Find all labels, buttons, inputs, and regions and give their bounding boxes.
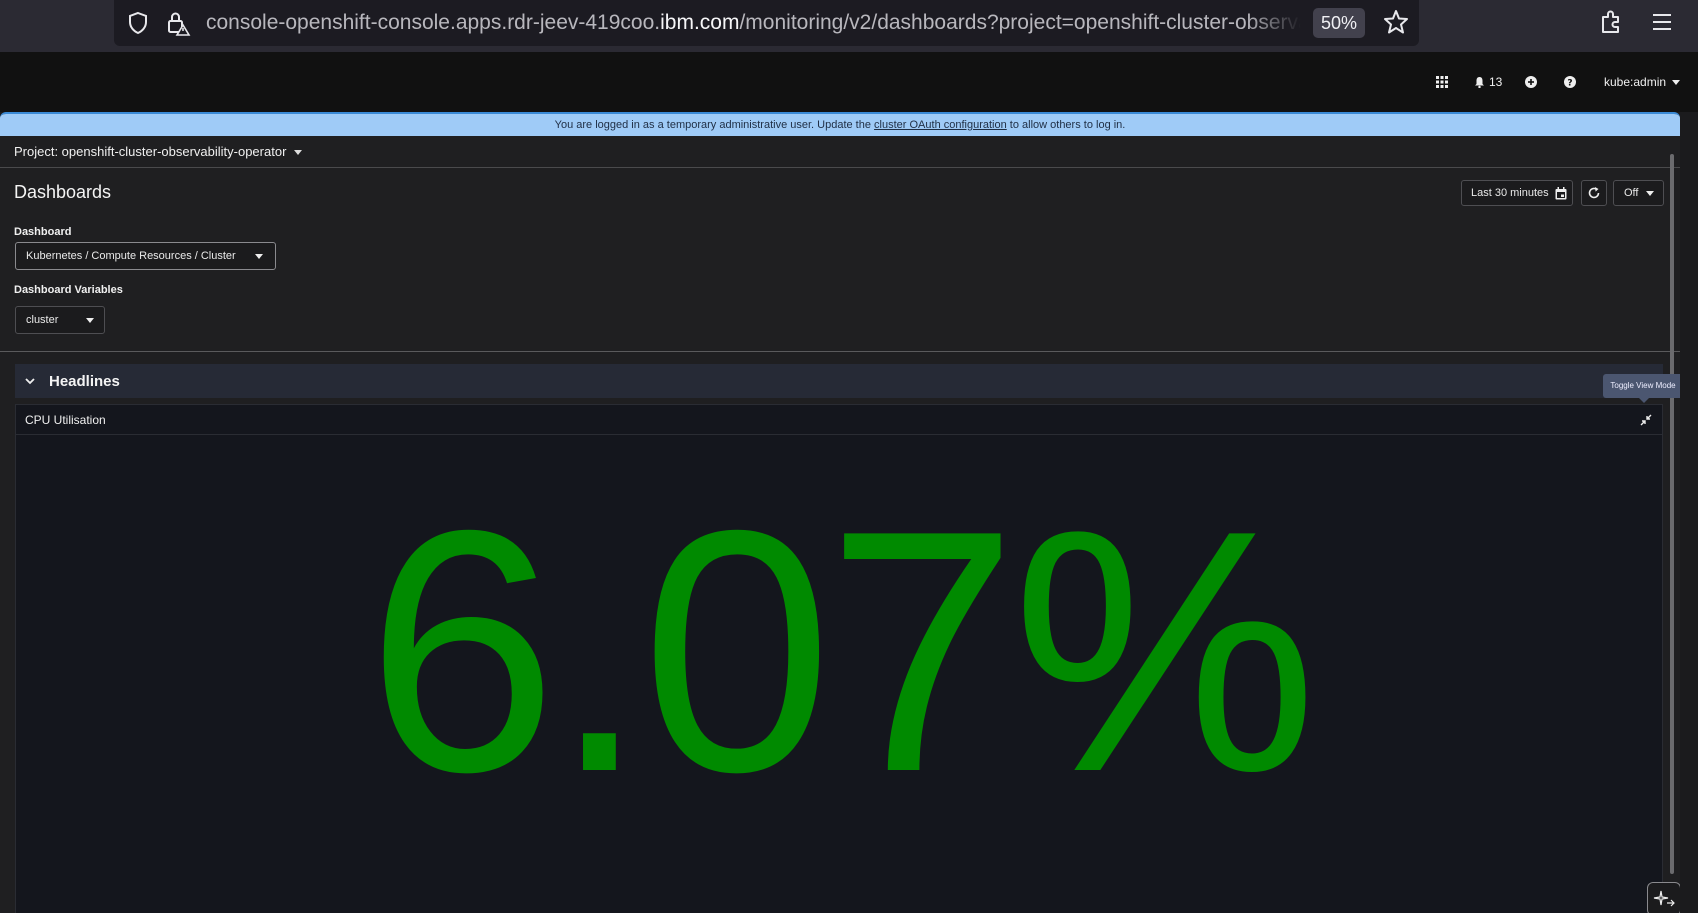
url-host: ibm.com <box>660 11 740 34</box>
grid-icon <box>1436 76 1448 88</box>
temporary-admin-banner: You are logged in as a temporary adminis… <box>0 114 1680 136</box>
stat-value: 6.07% <box>366 459 1317 843</box>
caret-down-icon <box>255 253 263 259</box>
banner-text-before: You are logged in as a temporary adminis… <box>554 119 875 131</box>
page-scrollbar[interactable] <box>1670 154 1674 874</box>
url-prefix: console-openshift-console.apps.rdr-jeev-… <box>206 11 661 34</box>
help-button[interactable]: ? <box>1564 52 1576 112</box>
caret-down-icon <box>294 149 303 155</box>
bell-icon <box>1475 77 1484 88</box>
calendar-icon <box>1555 186 1567 199</box>
panel-header: CPU Utilisation <box>16 405 1662 435</box>
user-menu-button[interactable]: kube:admin <box>1604 52 1681 112</box>
chevron-down-icon[interactable] <box>25 377 35 385</box>
section-divider <box>0 351 1680 352</box>
screenshot-tool-button[interactable] <box>1647 882 1680 913</box>
shield-icon[interactable] <box>126 11 150 40</box>
zoom-level-badge[interactable]: 50% <box>1313 8 1365 38</box>
user-name: kube:admin <box>1604 75 1667 89</box>
url-suffix: /monitoring/v2/dashboards?project=opensh… <box>739 11 1301 34</box>
dashboard-label: Dashboard <box>14 226 72 238</box>
sparkle-icon <box>1653 890 1675 907</box>
cluster-variable-select[interactable]: cluster <box>15 306 105 334</box>
lock-warning-icon[interactable] <box>165 10 191 41</box>
browser-toolbar: console-openshift-console.apps.rdr-jeev-… <box>0 0 1698 52</box>
notifications-count: 13 <box>1489 75 1503 89</box>
dashboard-selected-value: Kubernetes / Compute Resources / Cluster <box>26 250 236 262</box>
url-text[interactable]: console-openshift-console.apps.rdr-jeev-… <box>206 0 1301 46</box>
panel-title: CPU Utilisation <box>25 412 106 427</box>
caret-down-icon <box>1646 190 1655 196</box>
notifications-button[interactable]: 13 <box>1474 52 1502 112</box>
app-launcher-button[interactable] <box>1436 52 1448 112</box>
project-label: Project: openshift-cluster-observability… <box>14 144 287 159</box>
dashboard-select[interactable]: Kubernetes / Compute Resources / Cluster <box>15 242 276 270</box>
question-circle-icon: ? <box>1564 76 1576 88</box>
refresh-interval-label: Off <box>1624 187 1639 199</box>
refresh-button[interactable] <box>1581 180 1607 206</box>
caret-down-icon <box>86 317 94 323</box>
quick-create-button[interactable] <box>1525 52 1537 112</box>
main-content: You are logged in as a temporary adminis… <box>0 112 1680 913</box>
svg-text:?: ? <box>1567 78 1572 88</box>
plus-circle-icon <box>1525 76 1537 88</box>
dashboard-variables-label: Dashboard Variables <box>14 284 123 296</box>
console-masthead: 13 ? kube:admin <box>0 52 1698 112</box>
time-range-label: Last 30 minutes <box>1471 187 1549 199</box>
extensions-icon[interactable] <box>1598 9 1624 40</box>
section-title: Headlines <box>49 372 120 390</box>
project-bar: Project: openshift-cluster-observability… <box>0 136 1680 168</box>
bookmark-star-icon[interactable] <box>1383 9 1409 40</box>
toggle-view-mode-tooltip: Toggle View Mode <box>1603 374 1680 403</box>
time-range-dropdown[interactable]: Last 30 minutes <box>1461 180 1573 206</box>
cluster-selected-value: cluster <box>26 314 59 326</box>
refresh-interval-dropdown[interactable]: Off <box>1613 180 1664 206</box>
cpu-utilisation-panel: CPU Utilisation 6.07% <box>15 404 1663 913</box>
page-title: Dashboards <box>14 182 112 202</box>
refresh-icon <box>1588 187 1600 199</box>
hamburger-menu-icon[interactable] <box>1651 11 1673 38</box>
oauth-config-link[interactable]: cluster OAuth configuration <box>874 119 1007 131</box>
project-selector[interactable]: Project: openshift-cluster-observability… <box>14 136 303 168</box>
caret-down-icon <box>1672 79 1681 85</box>
headlines-section-header[interactable]: Headlines <box>15 364 1663 398</box>
toggle-view-mode-icon[interactable] <box>1640 413 1652 431</box>
banner-text-after: to allow others to log in. <box>1006 119 1126 131</box>
